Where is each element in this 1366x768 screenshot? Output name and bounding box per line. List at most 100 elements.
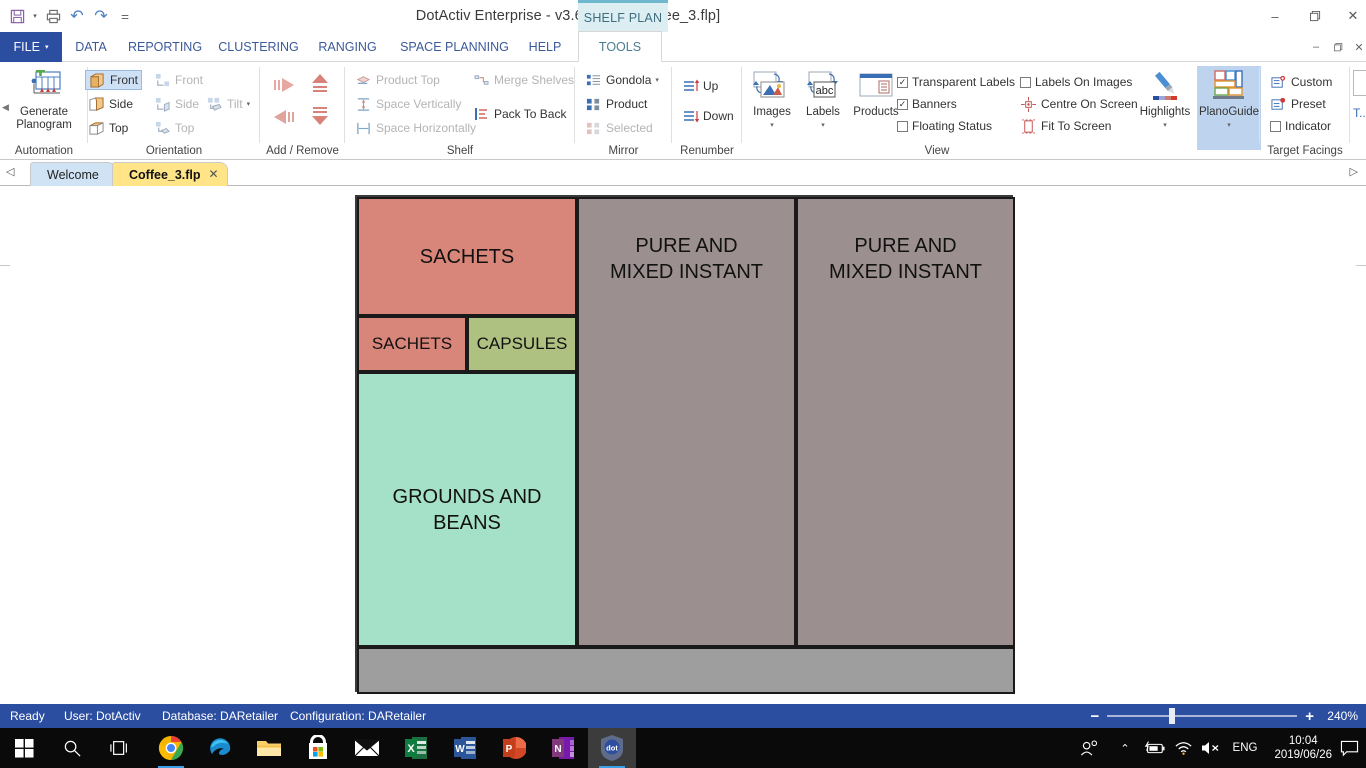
start-icon[interactable] [0,728,48,768]
renumber-up-button[interactable]: Up [682,76,718,96]
chevron-up-icon[interactable]: ⌃ [1112,728,1138,768]
chevron-down-icon[interactable]: ▾ [821,119,825,132]
mail-icon[interactable] [343,728,391,768]
mirror-gondola-button[interactable]: Gondola ▾ [585,70,659,90]
wifi-icon[interactable] [1170,728,1196,768]
status-configuration: Configuration: DARetailer [290,709,427,723]
clock[interactable]: 10:04 2019/06/26 [1274,728,1332,768]
planogram-segment[interactable]: PURE AND MIXED INSTANT [796,197,1015,647]
orientation-top-button[interactable]: Top [88,118,128,138]
tab-scroll-right-icon[interactable]: ▷ [1350,165,1358,178]
pack-to-back-button[interactable]: Pack To Back [473,104,566,124]
planogram-segment[interactable]: SACHETS [357,197,577,316]
fit-to-screen-button[interactable]: Fit To Screen [1020,116,1111,136]
task-view-icon[interactable] [96,728,144,768]
chevron-down-icon[interactable]: ▾ [1227,119,1231,132]
ribbon-restore-button[interactable] [1327,32,1349,62]
segment-label: PURE AND MIXED INSTANT [829,235,982,283]
remove-down-button[interactable] [308,104,332,133]
tab-welcome-label: Welcome [47,167,99,182]
clipped-button[interactable] [1353,70,1366,96]
add-up-button[interactable] [308,72,332,101]
menu-space-planning[interactable]: SPACE PLANNING [388,32,521,62]
centre-on-screen-button[interactable]: Centre On Screen [1020,94,1138,114]
close-icon[interactable]: ✕ [208,167,218,181]
edge-icon[interactable] [196,728,244,768]
window-minimize-button[interactable]: – [1255,0,1295,32]
orientation-front-label: Front [110,73,139,87]
custom-target-facings-button[interactable]: Custom [1270,72,1332,92]
ribbon-minimize-button[interactable]: – [1305,32,1327,62]
battery-charging-icon[interactable] [1140,728,1168,768]
planogram-segment[interactable]: PURE AND MIXED INSTANT [577,197,796,647]
menu-reporting[interactable]: REPORTING [120,32,210,62]
generate-planogram-button[interactable]: Generate Planogram [4,68,84,132]
people-icon[interactable] [1072,728,1106,768]
add-right-button[interactable] [272,74,296,101]
tab-coffee-3-flp[interactable]: Coffee_3.flp ✕ [112,162,228,186]
action-center-icon[interactable] [1334,728,1364,768]
planogram-canvas[interactable]: SACHETS SACHETS CAPSULES GROUNDS AND BEA… [0,186,1366,704]
orientation-side-label: Side [109,97,134,111]
zoom-slider-thumb[interactable] [1169,708,1176,724]
images-button[interactable]: Images ▾ [746,68,798,132]
window-maximize-button[interactable] [1295,0,1335,32]
file-explorer-icon[interactable] [245,728,293,768]
banners-checkbox[interactable]: ✓ Banners [897,94,957,114]
transparent-labels-checkbox[interactable]: ✓ Transparent Labels [897,72,1015,92]
orientation-side-button[interactable]: Side [88,94,133,114]
volume-muted-icon[interactable] [1196,728,1226,768]
rotate-side-label: Side [175,97,200,111]
tab-scroll-left-icon[interactable]: ◁ [6,165,14,178]
powerpoint-icon[interactable]: P [490,728,538,768]
tab-welcome[interactable]: Welcome [30,162,116,186]
generate-planogram-label-1: Generate [20,106,68,118]
window-close-button[interactable]: ✕ [1333,0,1366,32]
planogram-base[interactable] [357,647,1015,694]
menu-file[interactable]: FILE ▾ [0,32,62,62]
product-top-button: Product Top [355,70,440,90]
planogram-segment[interactable]: GROUNDS AND BEANS [357,372,577,647]
indicator-checkbox[interactable]: Indicator [1270,116,1331,136]
menu-data[interactable]: DATA [62,32,120,62]
remove-left-button[interactable] [272,106,296,133]
menu-clustering[interactable]: CLUSTERING [210,32,307,62]
planogram[interactable]: SACHETS SACHETS CAPSULES GROUNDS AND BEA… [355,195,1015,694]
menu-tools[interactable]: TOOLS [578,31,662,62]
zoom-control[interactable]: − + 240% [1090,704,1358,728]
planogram-segment[interactable]: SACHETS [357,316,467,372]
labels-button[interactable]: abc Labels ▾ [800,68,846,132]
search-icon[interactable] [48,728,96,768]
microsoft-store-icon[interactable] [294,728,342,768]
language-indicator[interactable]: ENG [1228,728,1262,768]
chevron-down-icon[interactable]: ▾ [1163,119,1167,132]
contextual-tab-shelf-plan[interactable]: SHELF PLAN [578,0,668,32]
planoguide-button[interactable]: PlanoGuide ▾ [1197,66,1261,150]
dotactiv-icon[interactable]: dot [588,728,636,768]
mirror-product-button[interactable]: Product [585,94,647,114]
planogram-segment[interactable]: CAPSULES [467,316,577,372]
zoom-in-button[interactable]: + [1305,708,1314,725]
ribbon-group-renumber: Up Down Renumber [672,62,742,160]
onenote-icon[interactable]: N [539,728,587,768]
menu-ranging[interactable]: RANGING [307,32,388,62]
preset-target-facings-button[interactable]: Preset [1270,94,1326,114]
ribbon-close-button[interactable]: ✕ [1348,32,1366,62]
floating-status-checkbox[interactable]: Floating Status [897,116,992,136]
labels-on-images-checkbox[interactable]: Labels On Images [1020,72,1132,92]
banners-label: Banners [912,97,957,111]
chevron-down-icon[interactable]: ▾ [770,119,774,132]
centre-on-screen-icon [1020,96,1037,113]
space-vertically-button: Space Vertically [355,94,461,114]
orientation-front-button[interactable]: Front [85,70,143,90]
zoom-slider[interactable] [1107,708,1298,724]
renumber-down-button[interactable]: Down [682,106,734,126]
products-button[interactable]: Products [848,68,904,119]
excel-icon[interactable]: X [392,728,440,768]
word-icon[interactable]: W [441,728,489,768]
zoom-out-button[interactable]: − [1090,708,1099,725]
highlights-button[interactable]: Highlights ▾ [1134,68,1196,132]
chrome-icon[interactable] [147,728,195,768]
menu-help[interactable]: HELP [521,32,569,62]
checkbox-icon: ✓ [897,98,908,110]
